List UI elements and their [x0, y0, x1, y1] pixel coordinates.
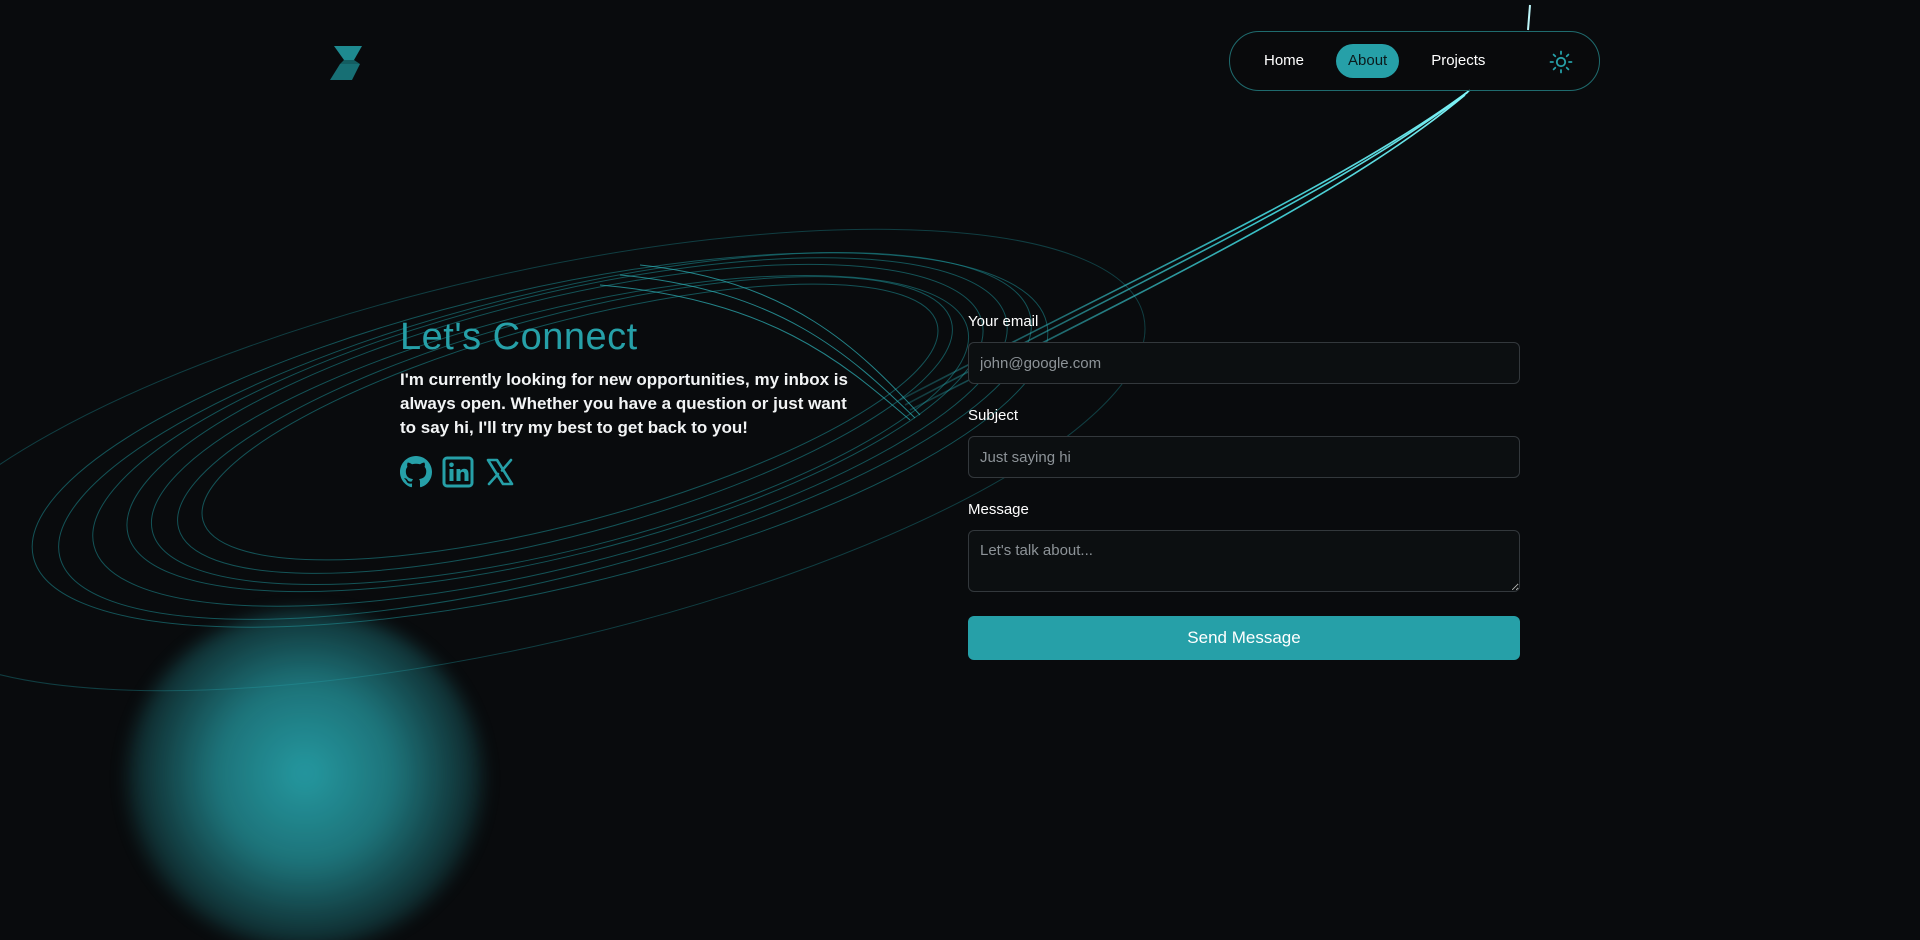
top-nav: Home About Projects — [1229, 31, 1600, 91]
nav-item-projects[interactable]: Projects — [1419, 44, 1497, 78]
x-icon[interactable] — [484, 456, 516, 488]
github-icon[interactable] — [400, 456, 432, 488]
page-title: Let's Connect — [400, 316, 638, 358]
nav-item-home[interactable]: Home — [1252, 44, 1316, 78]
subject-label: Subject — [968, 407, 1019, 424]
send-message-button[interactable]: Send Message — [968, 616, 1520, 660]
orbit-lines-decoration — [0, 4, 1531, 692]
contact-page: Home About Projects Let's Connect I'm cu… — [0, 0, 1920, 940]
email-field[interactable] — [968, 342, 1520, 384]
subject-field[interactable] — [968, 436, 1520, 478]
nav-item-about[interactable]: About — [1336, 44, 1400, 78]
message-field[interactable] — [968, 530, 1520, 592]
social-links — [400, 456, 516, 488]
s-logo-icon[interactable] — [326, 42, 368, 84]
linkedin-icon[interactable] — [442, 456, 474, 488]
teal-glow-decoration — [125, 610, 485, 940]
intro-text: I'm currently looking for new opportunit… — [400, 370, 848, 437]
contact-form: Your email Subject Message Send Message — [968, 312, 1520, 660]
email-label: Your email — [968, 313, 1039, 330]
sun-icon[interactable] — [1549, 50, 1573, 74]
message-label: Message — [968, 501, 1029, 518]
